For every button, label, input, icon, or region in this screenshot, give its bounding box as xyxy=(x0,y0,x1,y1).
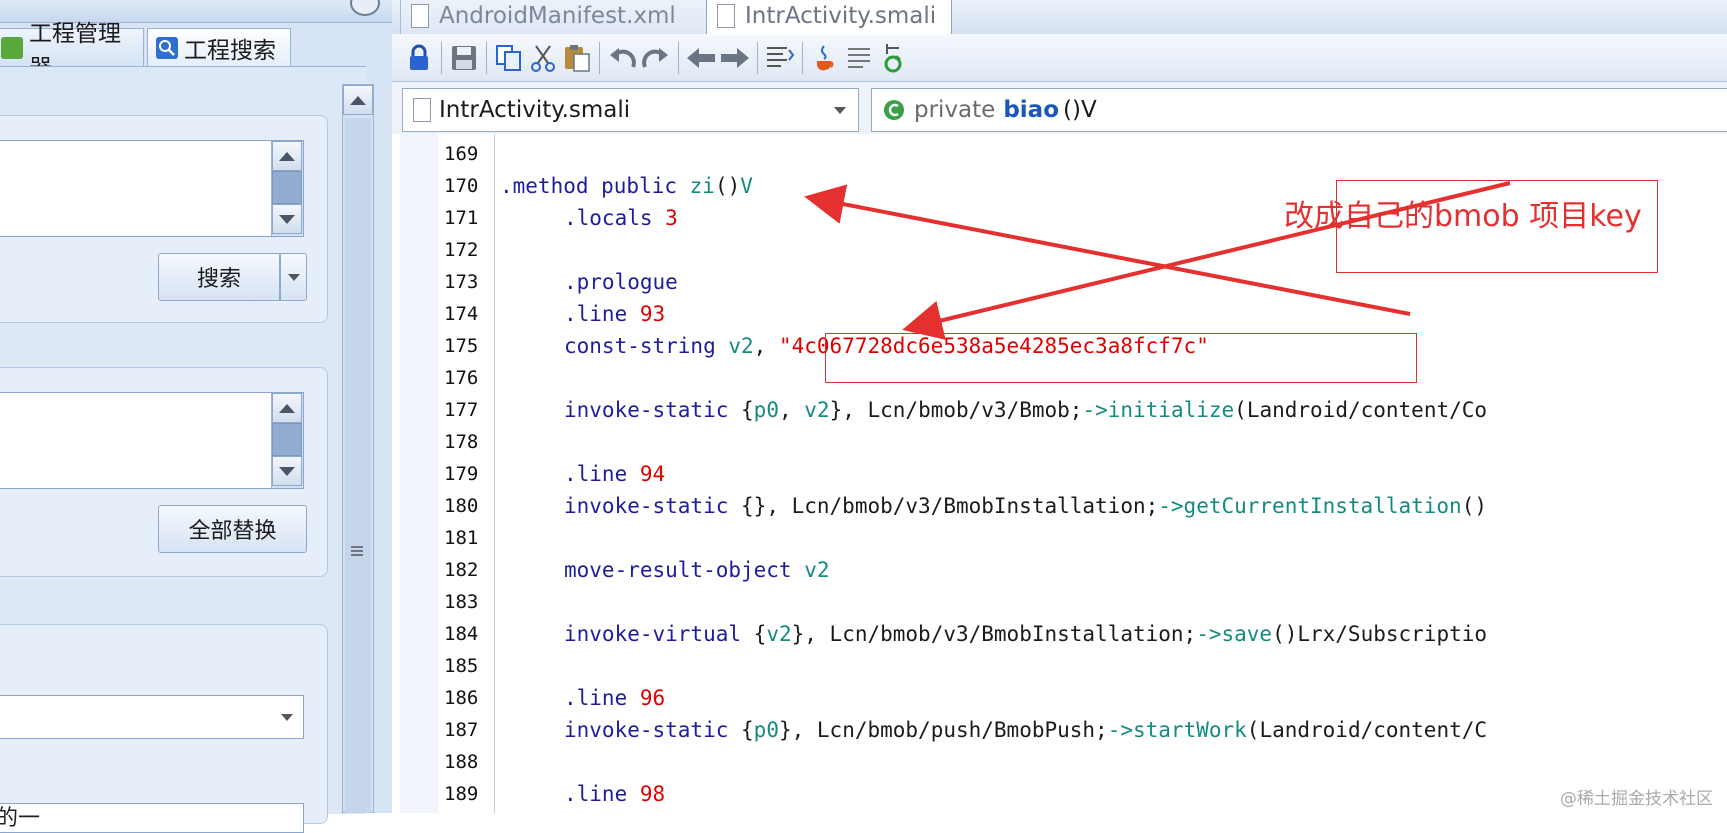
arrow-to-key-icon xyxy=(902,181,1511,340)
arrow-to-method-icon xyxy=(804,184,1411,316)
watermark: @稀土掘金技术社区 xyxy=(1560,789,1713,809)
annotation-arrows xyxy=(804,181,1511,340)
